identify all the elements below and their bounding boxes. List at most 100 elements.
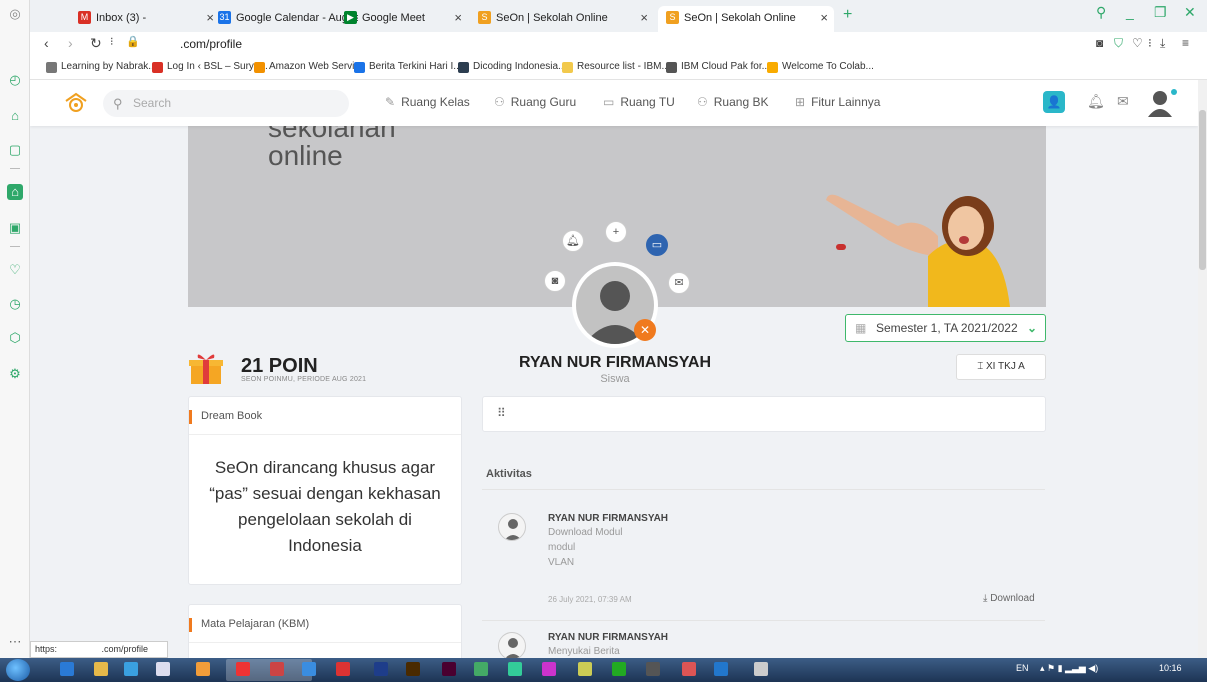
heart-icon[interactable]: ♡ <box>1132 36 1143 50</box>
online-status-dot <box>1171 89 1177 95</box>
box-icon[interactable]: ⬡ <box>7 330 23 346</box>
forward-button[interactable]: › <box>68 35 73 51</box>
settings-icon[interactable]: ⚙ <box>7 366 23 382</box>
remove-photo-button[interactable]: ✕ <box>634 319 656 341</box>
menu-dots-icon[interactable]: ⁝ <box>1148 36 1152 50</box>
activity-detail: VLAN <box>548 557 575 568</box>
minimize-button[interactable]: _ <box>1126 4 1134 20</box>
grid-menu-icon[interactable]: ⠿ <box>497 406 506 420</box>
nav-ruang-tu[interactable]: ▭ Ruang TU <box>603 95 675 109</box>
clock[interactable]: 10:16 <box>1159 663 1182 673</box>
download-icon: ⤓ <box>983 593 988 604</box>
bag-icon[interactable]: ⌂ <box>7 108 23 124</box>
tray-icons[interactable]: ▴ ⚑ ▮ ▂▃▅ ◀) <box>1040 663 1098 674</box>
nav-ruang-bk[interactable]: ⚇ Ruang BK <box>697 95 768 109</box>
acrobat-icon[interactable] <box>336 662 350 676</box>
bookmark-item[interactable]: Resource list - IBM... <box>562 61 670 73</box>
mapel-title: Mata Pelajaran (KBM) <box>189 605 461 643</box>
search-input[interactable]: ⚲ Search <box>103 90 349 117</box>
activity-user[interactable]: RYAN NUR FIRMANSYAH <box>548 513 668 524</box>
nav-ruang-guru[interactable]: ⚇ Ruang Guru <box>494 95 576 109</box>
seon-logo-icon[interactable] <box>64 92 88 114</box>
bookmark-item[interactable]: Dicoding Indonesia... <box>458 61 566 73</box>
download-icon[interactable]: ⤓ <box>1160 36 1165 51</box>
search-tabs-icon[interactable]: ⚲ <box>1096 4 1106 21</box>
mail-icon[interactable]: ✉ <box>1117 93 1129 110</box>
add-icon[interactable]: + <box>605 221 627 243</box>
shield-icon[interactable]: ⛉ <box>1114 36 1123 51</box>
url-field[interactable]: .com/profile <box>180 37 242 51</box>
nav-ruang-kelas[interactable]: ✎ Ruang Kelas <box>385 95 470 109</box>
user-icon-button[interactable]: 👤 <box>1043 91 1065 113</box>
games-icon[interactable]: ▣ <box>7 220 23 236</box>
chrome-icon[interactable] <box>196 662 210 676</box>
vscode-icon[interactable] <box>714 662 728 676</box>
apps-icon[interactable]: ⁝ <box>110 35 114 48</box>
tab-seon-active[interactable]: S SeOn | Sekolah Online × <box>658 6 834 32</box>
close-window-button[interactable]: ✕ <box>1184 4 1196 21</box>
bookmark-item[interactable]: IBM Cloud Pak for... <box>666 61 770 73</box>
opera-icon[interactable] <box>236 662 250 676</box>
page-scrollbar[interactable] <box>1198 80 1207 658</box>
tab-label: SeOn | Sekolah Online <box>684 12 796 24</box>
firefox-icon[interactable] <box>302 662 316 676</box>
app-icon[interactable] <box>508 662 522 676</box>
lock-icon: 🔒 <box>126 36 140 48</box>
app-icon[interactable] <box>542 662 556 676</box>
close-tab-icon[interactable]: × <box>820 6 828 30</box>
bookmark-item[interactable]: Amazon Web Servi... <box>254 61 363 73</box>
git-icon[interactable] <box>474 662 488 676</box>
close-tab-icon[interactable]: × <box>454 6 462 30</box>
terminal-icon[interactable] <box>646 662 660 676</box>
camera-icon[interactable]: ◙ <box>1096 36 1103 50</box>
bookmark-item[interactable]: Berita Terkini Hari I... <box>354 61 462 73</box>
restore-button[interactable]: ❐ <box>1154 4 1167 21</box>
speed-dial-icon[interactable]: ◴ <box>7 72 23 88</box>
app-icon[interactable] <box>682 662 696 676</box>
download-link[interactable]: ⤓ Download <box>983 593 1035 604</box>
home-icon[interactable]: ⌂ <box>7 184 23 200</box>
reload-button[interactable]: ↻ <box>90 35 102 52</box>
explorer-icon[interactable] <box>94 662 108 676</box>
banner-illustration <box>826 194 1010 307</box>
bell-icon[interactable]: 🔔︎ <box>562 230 584 252</box>
new-tab-button[interactable]: + <box>843 6 852 24</box>
tab-inbox[interactable]: M Inbox (3) - × <box>70 6 220 32</box>
semester-select[interactable]: ▦ Semester 1, TA 2021/2022 ⌄ <box>845 314 1046 342</box>
indesign-icon[interactable] <box>442 662 456 676</box>
hamburger-icon[interactable]: ≡ <box>1182 36 1189 50</box>
points-caption: SEON POINMU, PERIODE AUG 2021 <box>241 376 367 383</box>
chat-icon[interactable]: ▢ <box>7 142 23 158</box>
activity-user[interactable]: RYAN NUR FIRMANSYAH <box>548 632 668 643</box>
notepad-icon[interactable] <box>578 662 592 676</box>
avatar[interactable] <box>1147 89 1173 117</box>
chat-icon[interactable]: ▭ <box>646 234 668 256</box>
clock-icon[interactable]: ◷ <box>7 296 23 312</box>
start-button[interactable] <box>6 659 30 681</box>
pycharm-icon[interactable] <box>612 662 626 676</box>
app-icon[interactable] <box>270 662 284 676</box>
app-icon[interactable] <box>754 662 768 676</box>
bookmark-item[interactable]: Welcome To Colab... <box>767 61 874 73</box>
tab-seon-1[interactable]: S SeOn | Sekolah Online × <box>470 6 654 32</box>
bookmark-item[interactable]: Learning by Nabrak... <box>46 61 157 73</box>
bell-icon[interactable]: 🔔︎ <box>1087 93 1105 110</box>
more-icon[interactable]: ⋯ <box>7 634 23 650</box>
nav-fitur-lainnya[interactable]: ⊞ Fitur Lainnya <box>795 95 880 109</box>
media-icon[interactable] <box>124 662 138 676</box>
post-box[interactable]: ⠿ <box>482 396 1046 432</box>
browser-logo-icon[interactable]: ◎ <box>7 6 23 22</box>
photoshop-icon[interactable] <box>374 662 388 676</box>
illustrator-icon[interactable] <box>406 662 420 676</box>
mail-icon[interactable]: ✉ <box>668 272 690 294</box>
tab-meet[interactable]: ▶ Google Meet × <box>336 6 468 32</box>
bookmark-item[interactable]: Log In ‹ BSL – Surya... <box>152 61 268 73</box>
language-indicator[interactable]: EN <box>1016 663 1029 673</box>
ie-icon[interactable] <box>60 662 74 676</box>
back-button[interactable]: ‹ <box>44 35 49 51</box>
network-icon[interactable] <box>156 662 170 676</box>
close-tab-icon[interactable]: × <box>640 6 648 30</box>
heart-icon[interactable]: ♡ <box>7 262 23 278</box>
camera-icon[interactable]: ◙ <box>544 270 566 292</box>
class-button[interactable]: ⌶ XI TKJ A <box>956 354 1046 380</box>
